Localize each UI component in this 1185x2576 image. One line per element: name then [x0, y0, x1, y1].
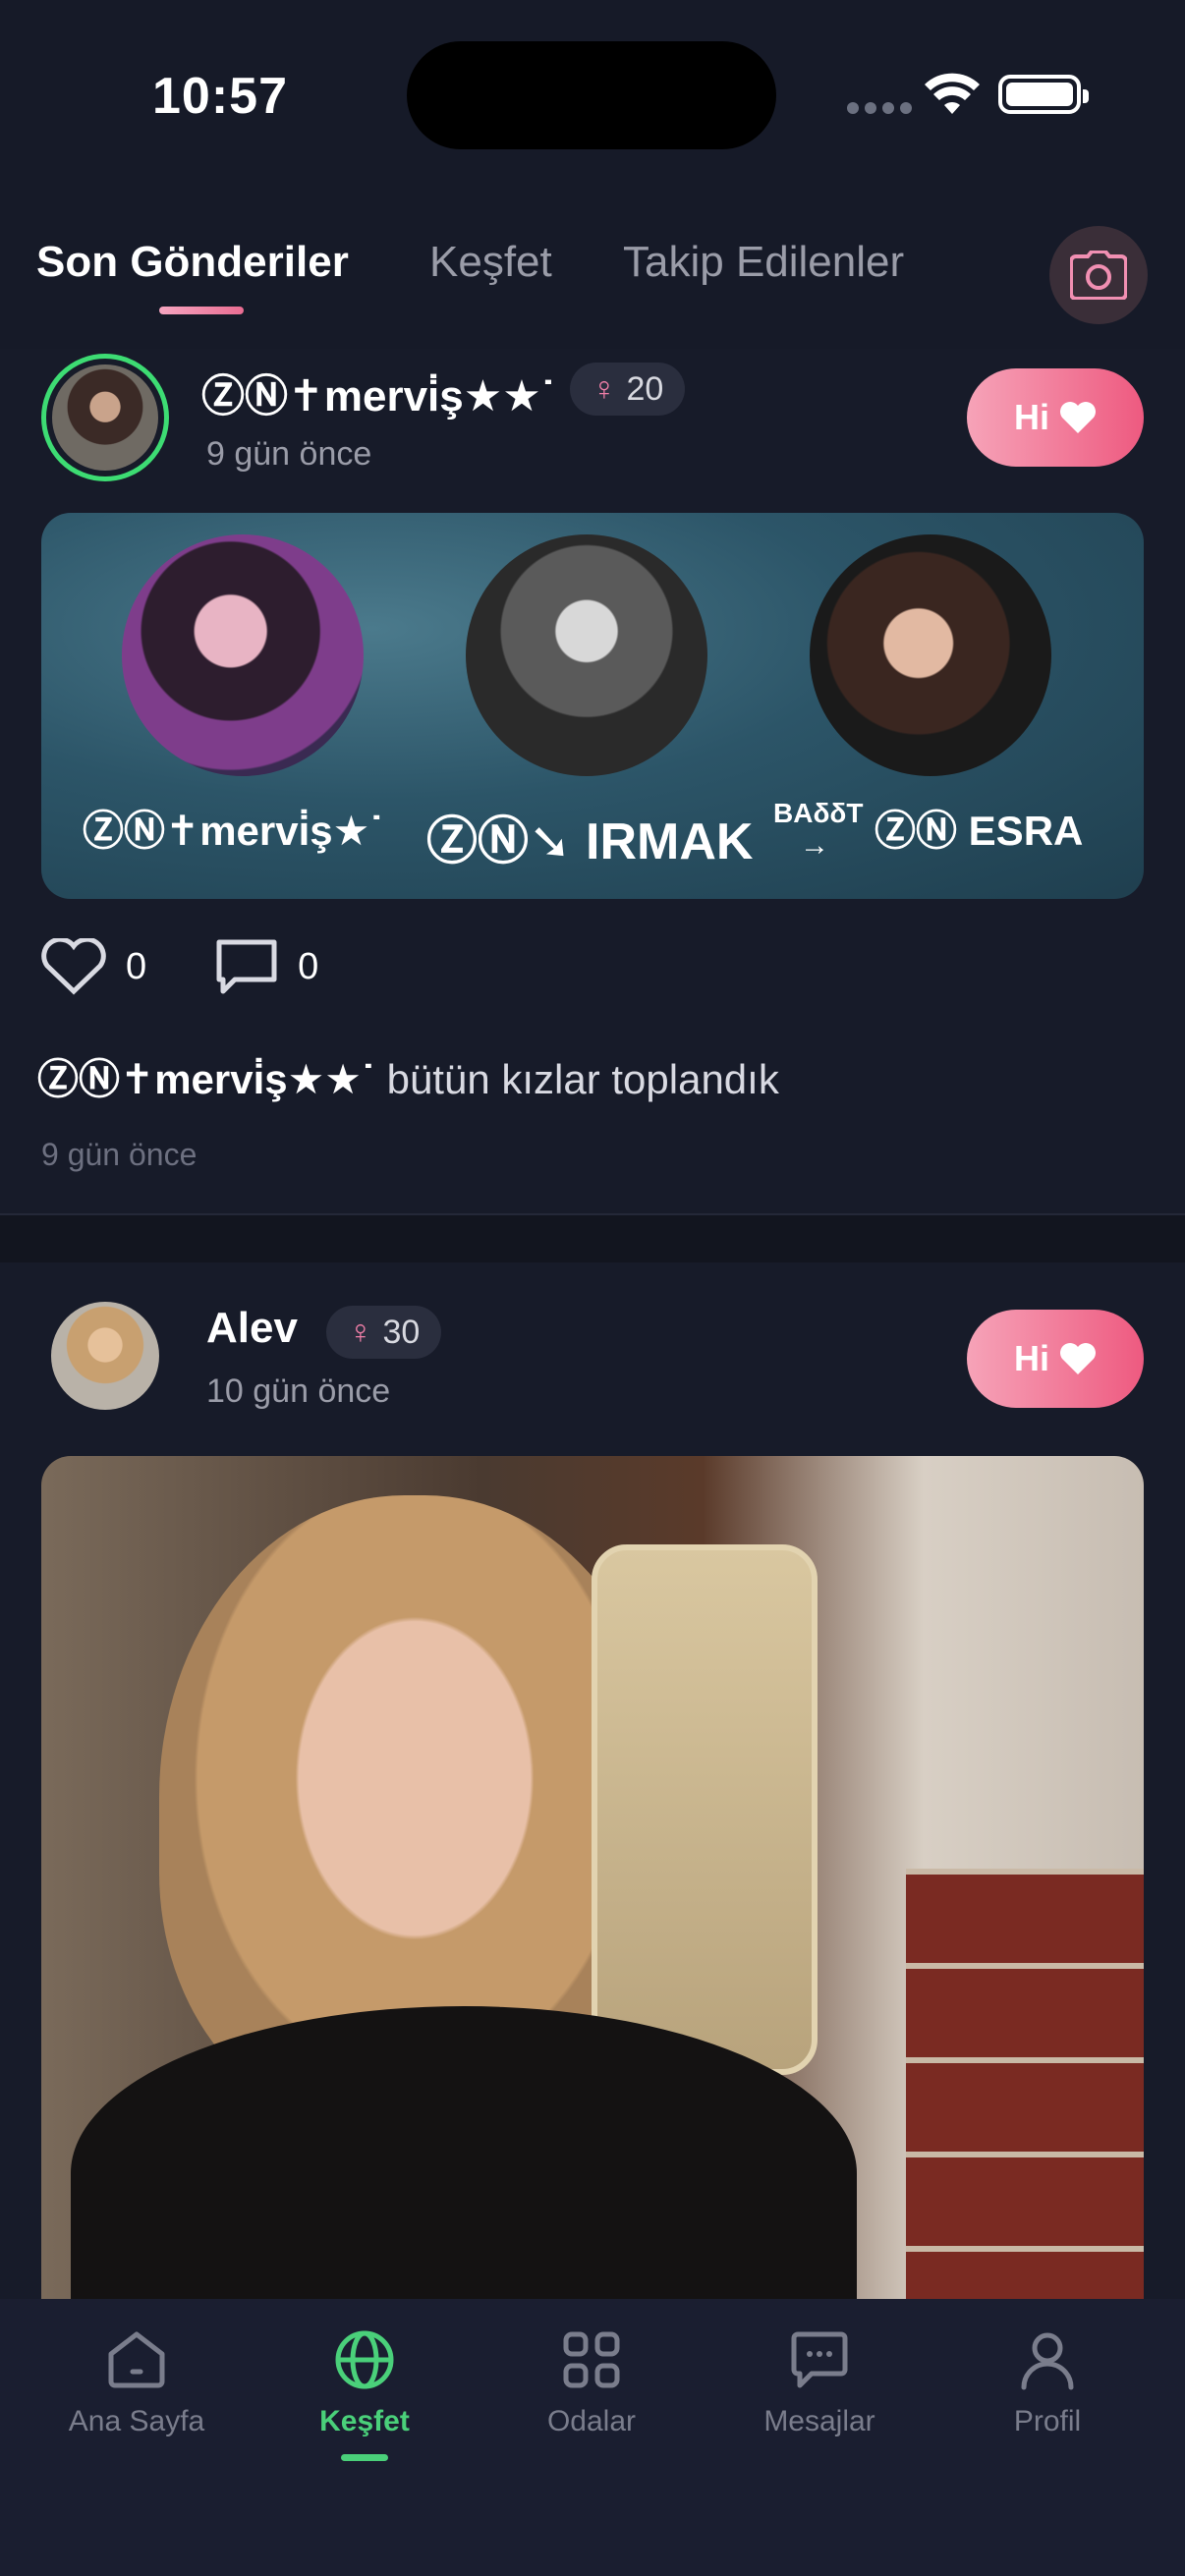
age-value: 30 [382, 1313, 421, 1351]
nav-profile-label: Profil [1013, 2405, 1082, 2437]
camera-button[interactable] [1049, 226, 1148, 324]
image-portrait-2 [466, 534, 707, 776]
image-label-2: ⓏⓃ➘ IRMAK [426, 813, 754, 870]
caption-text: bütün kızlar toplandık [374, 1056, 779, 1102]
post-time: 10 gün önce [206, 1372, 391, 1410]
camera-icon [1070, 251, 1127, 300]
cellular-signal-icon [847, 102, 912, 114]
username[interactable]: ⓏⓃ✝mervi̇ş★★˙ [201, 361, 555, 423]
hi-label: Hi [1014, 397, 1049, 437]
tab-recent-posts[interactable]: Son Gönderiler [36, 238, 349, 287]
post-image[interactable] [41, 1456, 1144, 2299]
feed[interactable]: ⓏⓃ✝mervi̇ş★★˙ ♀ 20 9 gün önce Hi ⓏⓃ✝merv… [0, 349, 1185, 2299]
nav-discover[interactable]: Keşfet [256, 2328, 473, 2438]
post-caption: ⓏⓃ✝mervi̇ş★★˙ bütün kızlar toplandık [37, 1046, 779, 1106]
nav-messages[interactable]: Mesajlar [711, 2328, 928, 2438]
status-time: 10:57 [152, 68, 288, 125]
globe-icon [335, 2330, 394, 2389]
tab-discover[interactable]: Keşfet [429, 238, 552, 287]
image-label-1: ⓏⓃ✝mervi̇ş★˙ [83, 808, 384, 854]
image-label-3: BAδδT [773, 798, 864, 828]
heart-outline-icon [41, 938, 106, 995]
home-icon [108, 2331, 165, 2388]
female-icon: ♀ [592, 369, 617, 408]
hi-button[interactable]: Hi [967, 368, 1144, 467]
comment-button[interactable]: 0 [215, 938, 318, 995]
post-image[interactable]: ⓏⓃ✝mervi̇ş★˙ ⓏⓃ➘ IRMAK BAδδT → ⓏⓃ ESRA [41, 513, 1144, 899]
post-actions: 0 0 [41, 938, 387, 995]
comment-count: 0 [298, 945, 319, 987]
bottom-nav: Ana Sayfa Keşfet Odalar Mesajlar Profil [0, 2299, 1185, 2576]
like-button[interactable]: 0 [41, 938, 146, 995]
nav-rooms[interactable]: Odalar [483, 2328, 700, 2438]
image-portrait-1 [122, 534, 364, 776]
female-icon: ♀ [348, 1313, 373, 1351]
post-card: ⓏⓃ✝mervi̇ş★★˙ ♀ 20 9 gün önce Hi ⓏⓃ✝merv… [0, 349, 1185, 1213]
age-badge: ♀ 20 [570, 363, 686, 416]
nav-home-label: Ana Sayfa [68, 2405, 205, 2437]
active-nav-indicator [341, 2454, 388, 2461]
chat-icon [791, 2331, 848, 2388]
top-tab-bar: Son Gönderiler Keşfet Takip Edilenler [0, 196, 1185, 349]
wifi-icon [925, 73, 980, 114]
battery-icon [998, 75, 1089, 114]
nav-profile[interactable]: Profil [939, 2328, 1156, 2438]
dynamic-island [407, 41, 776, 149]
hi-button[interactable]: Hi [967, 1310, 1144, 1408]
nav-home[interactable]: Ana Sayfa [28, 2328, 245, 2438]
post-card: Alev ♀ 30 10 gün önce Hi [0, 1262, 1185, 2299]
nav-discover-label: Keşfet [319, 2405, 410, 2437]
avatar[interactable] [51, 1302, 159, 1410]
image-label-4: ⓏⓃ ESRA [875, 808, 1084, 854]
image-label-arrow: → [800, 829, 829, 862]
profile-icon [1021, 2332, 1074, 2390]
nav-rooms-label: Odalar [546, 2405, 637, 2437]
post-header: ⓏⓃ✝mervi̇ş★★˙ ♀ 20 9 gün önce Hi [0, 349, 1185, 486]
heart-icon [1060, 402, 1096, 433]
heart-icon [1060, 1343, 1096, 1374]
grid-icon [563, 2331, 620, 2388]
username[interactable]: Alev [206, 1304, 298, 1353]
post-header: Alev ♀ 30 10 gün önce Hi [0, 1262, 1185, 1410]
post-time: 9 gün önce [206, 435, 372, 473]
comment-icon [216, 939, 277, 994]
tab-following[interactable]: Takip Edilenler [623, 238, 904, 287]
avatar[interactable] [41, 354, 169, 481]
caption-user[interactable]: ⓏⓃ✝mervi̇ş★★˙ [37, 1056, 375, 1102]
hi-label: Hi [1014, 1338, 1049, 1378]
age-value: 20 [626, 369, 664, 408]
image-portrait-3 [810, 534, 1051, 776]
status-bar: 10:57 [0, 0, 1185, 196]
active-tab-indicator [159, 307, 244, 314]
age-badge: ♀ 30 [326, 1306, 442, 1359]
like-count: 0 [126, 945, 147, 987]
caption-time: 9 gün önce [41, 1137, 198, 1172]
post-separator [0, 1213, 1185, 1262]
nav-messages-label: Mesajlar [763, 2405, 875, 2437]
